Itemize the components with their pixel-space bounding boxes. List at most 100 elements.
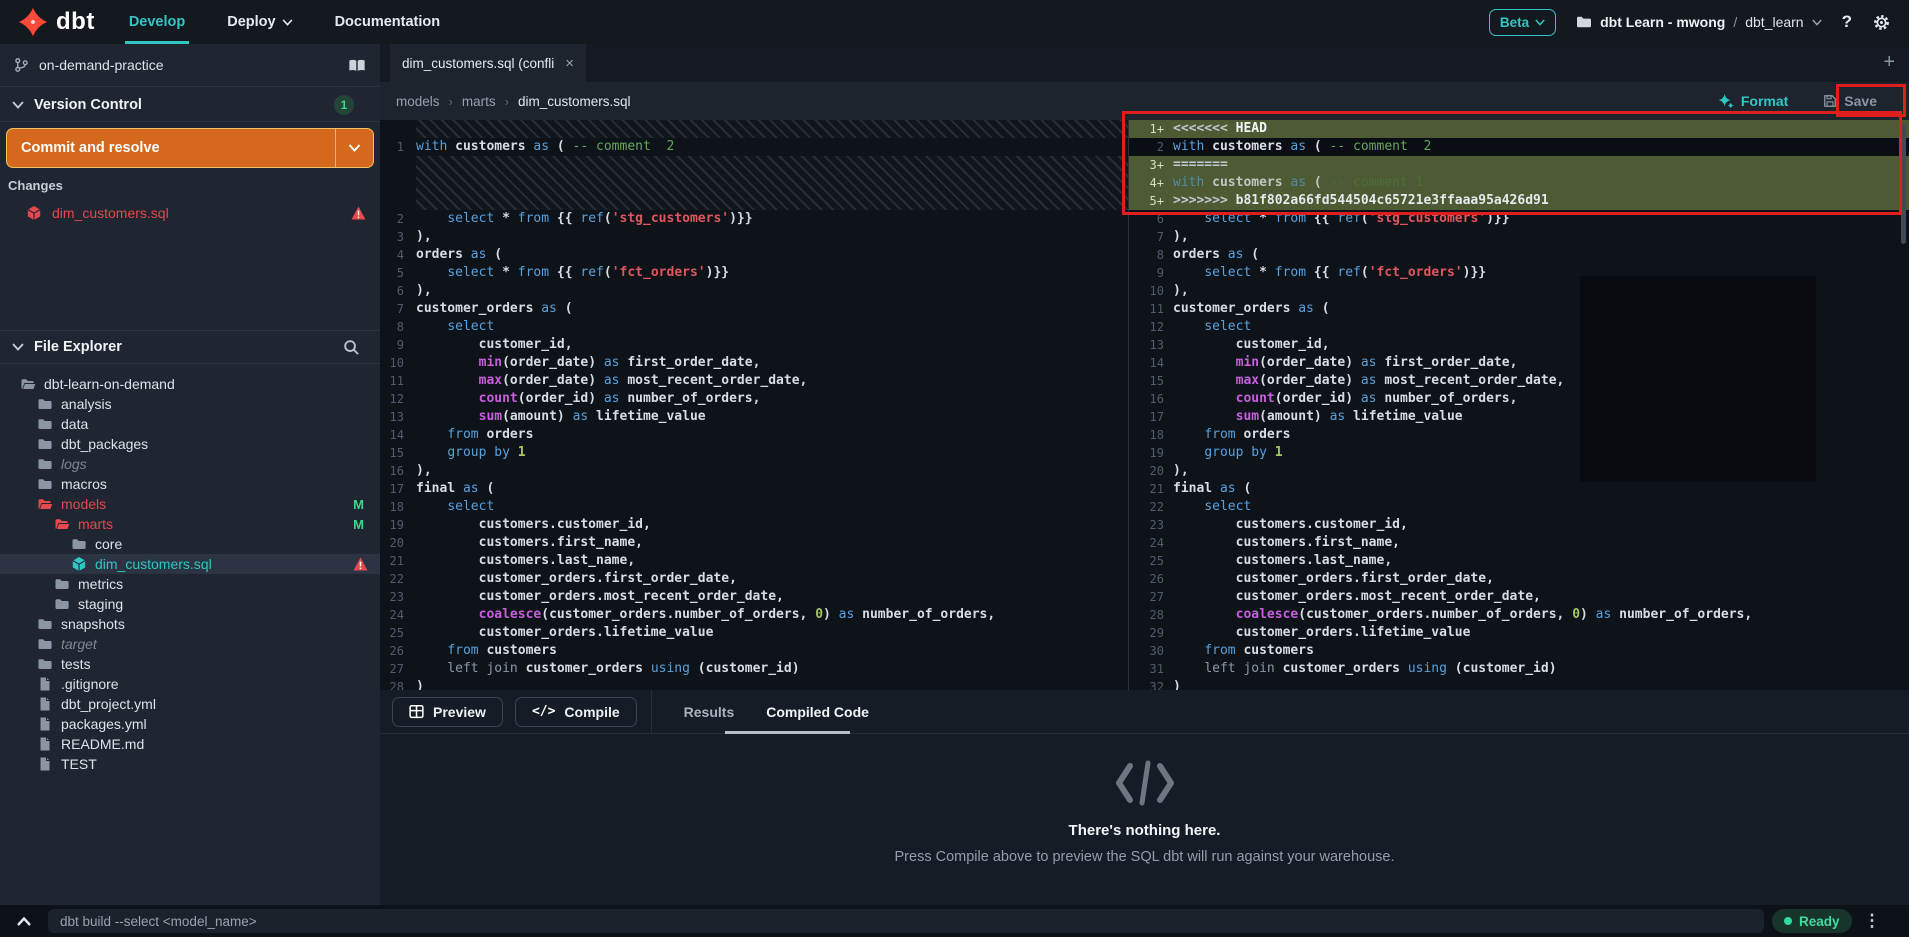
code-line[interactable]: 3), [380, 228, 1128, 246]
tree-item[interactable]: data [0, 414, 380, 434]
code-line[interactable]: 27 left join customer_orders using (cust… [380, 660, 1128, 678]
tree-item[interactable]: target [0, 634, 380, 654]
code-line[interactable]: 6), [380, 282, 1128, 300]
tab-compiled-code[interactable]: Compiled Code [766, 690, 869, 734]
tree-item[interactable]: packages.yml [0, 714, 380, 734]
code-line[interactable]: 3+======= [1129, 156, 1909, 174]
editor-scrollbar-thumb[interactable] [1901, 124, 1906, 244]
code-line[interactable]: 18 select [380, 498, 1128, 516]
tree-item[interactable]: README.md [0, 734, 380, 754]
code-line[interactable]: 7), [1129, 228, 1909, 246]
code-line[interactable]: 5+>>>>>>> b81f802a66fd544504c65721e3ffaa… [1129, 192, 1909, 210]
tab-results[interactable]: Results [684, 690, 735, 734]
code-line[interactable]: 10 min(order_date) as first_order_date, [380, 354, 1128, 372]
code-line[interactable]: 21 customers.last_name, [380, 552, 1128, 570]
code-line[interactable]: 27 customer_orders.most_recent_order_dat… [1129, 588, 1909, 606]
collapse-chevron-icon[interactable] [0, 917, 48, 926]
file-explorer-header[interactable]: File Explorer [0, 331, 380, 363]
tab-close-icon[interactable]: × [565, 55, 574, 72]
preview-button[interactable]: Preview [392, 697, 503, 727]
tree-item[interactable]: analysis [0, 394, 380, 414]
editor-pane-left[interactable]: 1with customers as ( -- comment 2 2 selec… [380, 120, 1128, 690]
tree-item[interactable]: dim_customers.sql [0, 554, 380, 574]
tree-item[interactable]: snapshots [0, 614, 380, 634]
nav-item-documentation[interactable]: Documentation [331, 0, 445, 44]
commit-options-chevron[interactable] [335, 129, 373, 167]
code-line[interactable]: 14 from orders [380, 426, 1128, 444]
code-line[interactable]: 28) [380, 678, 1128, 690]
code-line[interactable]: 2 select * from {{ ref('stg_customers')}… [380, 210, 1128, 228]
code-line[interactable]: 1with customers as ( -- comment 2 [380, 138, 1128, 156]
gear-icon[interactable] [1872, 13, 1891, 32]
beta-badge[interactable]: Beta [1489, 9, 1556, 36]
code-line[interactable]: 15 group by 1 [380, 444, 1128, 462]
code-line[interactable]: 5 select * from {{ ref('fct_orders')}} [380, 264, 1128, 282]
dbt-logo[interactable]: dbt [18, 7, 95, 37]
code-line[interactable]: 8orders as ( [1129, 246, 1909, 264]
code-line[interactable]: 24 coalesce(customer_orders.number_of_or… [380, 606, 1128, 624]
tree-item[interactable]: martsM [0, 514, 380, 534]
code-line[interactable]: 11 max(order_date) as most_recent_order_… [380, 372, 1128, 390]
code-line[interactable]: 26 from customers [380, 642, 1128, 660]
code-line[interactable]: 6 select * from {{ ref('stg_customers')}… [1129, 210, 1909, 228]
code-line[interactable]: 20 customers.first_name, [380, 534, 1128, 552]
code-line[interactable]: 28 coalesce(customer_orders.number_of_or… [1129, 606, 1909, 624]
compile-button[interactable]: </> Compile [515, 697, 637, 727]
tree-item[interactable]: dbt_project.yml [0, 694, 380, 714]
code-line[interactable]: 4+with customers as ( -- comment 1 [1129, 174, 1909, 192]
code-line[interactable]: 16), [380, 462, 1128, 480]
code-line[interactable]: 8 select [380, 318, 1128, 336]
changed-file-row[interactable]: dim_customers.sql [0, 200, 380, 226]
docs-book-icon[interactable] [348, 58, 366, 73]
tree-item[interactable]: .gitignore [0, 674, 380, 694]
tree-item[interactable]: metrics [0, 574, 380, 594]
tree-item[interactable]: logs [0, 454, 380, 474]
code-line[interactable]: 29 customer_orders.lifetime_value [1129, 624, 1909, 642]
tree-item[interactable]: tests [0, 654, 380, 674]
command-input[interactable] [48, 909, 1764, 933]
nav-item-deploy[interactable]: Deploy [223, 0, 296, 44]
save-button[interactable]: Save [1823, 93, 1877, 109]
code-line[interactable]: 12 count(order_id) as number_of_orders, [380, 390, 1128, 408]
kebab-menu-icon[interactable]: ⋮ [1864, 916, 1881, 926]
tree-item[interactable]: macros [0, 474, 380, 494]
commit-and-resolve-button[interactable]: Commit and resolve [6, 128, 374, 168]
code-line[interactable]: 30 from customers [1129, 642, 1909, 660]
format-button[interactable]: Format [1719, 93, 1788, 109]
tree-item[interactable]: dbt_packages [0, 434, 380, 454]
account-switcher[interactable]: dbt Learn - mwong / dbt_learn [1576, 14, 1822, 30]
code-line[interactable]: 17final as ( [380, 480, 1128, 498]
help-icon[interactable]: ? [1842, 12, 1852, 32]
code-line[interactable]: 9 customer_id, [380, 336, 1128, 354]
tree-item[interactable]: TEST [0, 754, 380, 774]
code-line[interactable]: 7customer_orders as ( [380, 300, 1128, 318]
code-line[interactable]: 22 customer_orders.first_order_date, [380, 570, 1128, 588]
code-line[interactable]: 32) [1129, 678, 1909, 690]
new-tab-icon[interactable]: + [1883, 51, 1895, 74]
code-line[interactable]: 2with customers as ( -- comment 2 [1129, 138, 1909, 156]
tab-dim-customers[interactable]: dim_customers.sql (confli... × [390, 44, 586, 82]
code-line[interactable]: 1+<<<<<<< HEAD [1129, 120, 1909, 138]
code-line[interactable]: 25 customers.last_name, [1129, 552, 1909, 570]
version-control-header[interactable]: Version Control 1 [0, 88, 380, 121]
tree-item[interactable]: staging [0, 594, 380, 614]
code-line[interactable]: 24 customers.first_name, [1129, 534, 1909, 552]
branch-selector[interactable]: on-demand-practice [0, 44, 380, 86]
breadcrumb-models[interactable]: models [396, 94, 440, 109]
search-icon[interactable] [343, 339, 360, 356]
code-line[interactable]: 23 customer_orders.most_recent_order_dat… [380, 588, 1128, 606]
code-line[interactable]: 13 sum(amount) as lifetime_value [380, 408, 1128, 426]
code-line[interactable]: 19 customers.customer_id, [380, 516, 1128, 534]
code-line[interactable]: 4orders as ( [380, 246, 1128, 264]
breadcrumb-marts[interactable]: marts [462, 94, 496, 109]
code-line[interactable]: 22 select [1129, 498, 1909, 516]
nav-item-develop[interactable]: Develop [125, 0, 189, 44]
code-line[interactable]: 23 customers.customer_id, [1129, 516, 1909, 534]
code-line[interactable]: 31 left join customer_orders using (cust… [1129, 660, 1909, 678]
code-line[interactable]: 26 customer_orders.first_order_date, [1129, 570, 1909, 588]
code-line[interactable]: 25 customer_orders.lifetime_value [380, 624, 1128, 642]
tree-item[interactable]: modelsM [0, 494, 380, 514]
code-line[interactable]: 21final as ( [1129, 480, 1909, 498]
tree-item[interactable]: dbt-learn-on-demand [0, 374, 380, 394]
tree-item[interactable]: core [0, 534, 380, 554]
